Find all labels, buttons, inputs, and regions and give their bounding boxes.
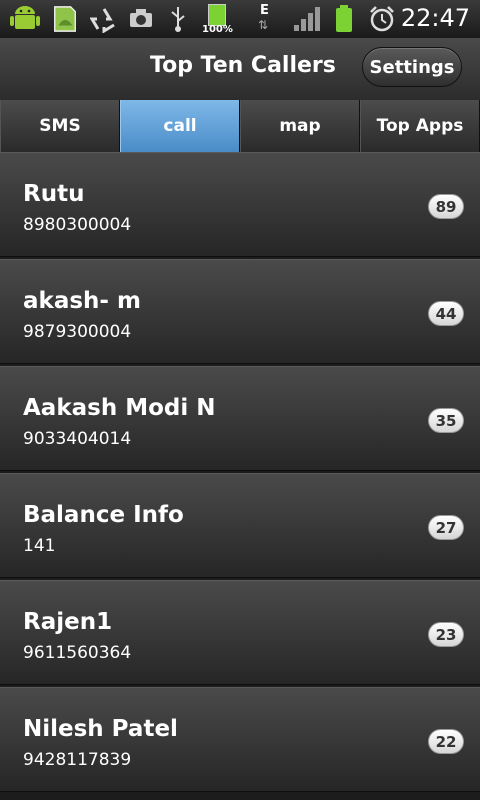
alarm-clock-icon	[370, 6, 394, 32]
tab-map[interactable]: map	[240, 100, 360, 152]
caller-number: 9428117839	[23, 750, 132, 770]
caller-number: 9879300004	[23, 322, 132, 342]
caller-name: Nilesh Patel	[23, 716, 178, 742]
call-count-badge: 35	[428, 408, 464, 433]
settings-button[interactable]: Settings	[362, 47, 462, 87]
call-count-badge: 89	[428, 194, 464, 219]
caller-name: Balance Info	[23, 502, 184, 528]
caller-number: 8980300004	[23, 215, 132, 235]
tab-sms[interactable]: SMS	[0, 100, 120, 152]
list-item[interactable]: Nilesh Patel 9428117839 22	[0, 687, 480, 792]
list-item[interactable]: Aakash Modi N 9033404014 35	[0, 366, 480, 471]
caller-name: akash- m	[23, 288, 141, 314]
list-item[interactable]: Balance Info 141 27	[0, 473, 480, 578]
caller-number: 9611560364	[23, 643, 132, 663]
signal-icon	[294, 7, 320, 31]
data-transfer-icon: E ⇅	[258, 3, 269, 32]
call-count-badge: 23	[428, 622, 464, 647]
usb-icon	[171, 7, 185, 32]
call-count-badge: 44	[428, 301, 464, 326]
battery-icon	[336, 5, 352, 32]
caller-name: Aakash Modi N	[23, 395, 216, 421]
camera-icon	[130, 9, 152, 27]
status-bar: 100% E ⇅ 22:47	[0, 0, 480, 38]
list-item[interactable]: akash- m 9879300004 44	[0, 259, 480, 364]
battery-percent-label: 100%	[202, 24, 233, 35]
sd-card-icon	[54, 6, 76, 32]
caller-name: Rajen1	[23, 609, 113, 635]
clock: 22:47	[400, 4, 470, 32]
recycle-icon	[90, 8, 115, 33]
battery-full-icon: 100%	[202, 2, 233, 36]
caller-number: 9033404014	[23, 429, 132, 449]
list-item[interactable]: Rajen1 9611560364 23	[0, 580, 480, 685]
android-debug-icon	[10, 6, 40, 29]
tab-call[interactable]: call	[120, 100, 240, 152]
caller-name: Rutu	[23, 181, 85, 207]
list-item[interactable]: Rutu 8980300004 89	[0, 152, 480, 257]
caller-number: 141	[23, 536, 56, 556]
title-bar: Top Ten Callers Settings	[0, 38, 480, 101]
caller-list: Rutu 8980300004 89 akash- m 9879300004 4…	[0, 152, 480, 794]
call-count-badge: 22	[428, 729, 464, 754]
call-count-badge: 27	[428, 515, 464, 540]
tab-bar: SMS call map Top Apps	[0, 100, 480, 152]
tab-top-apps[interactable]: Top Apps	[360, 100, 480, 152]
network-type-label: E	[260, 3, 269, 18]
page-title: Top Ten Callers	[150, 53, 336, 78]
